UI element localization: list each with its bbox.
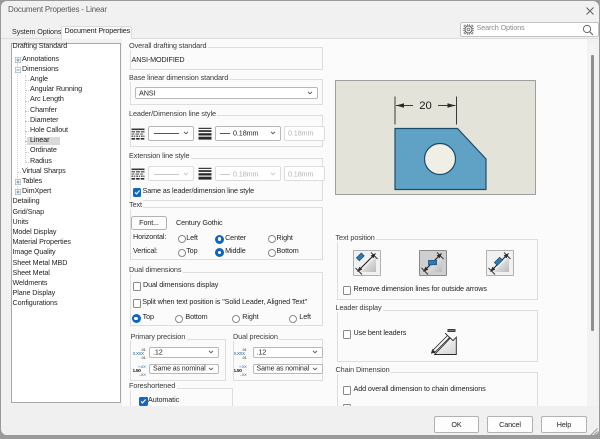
svg-text:20: 20 (419, 100, 432, 112)
svg-text:-.XX: -.XX (139, 372, 146, 376)
svg-text:-.XX: -.XX (239, 372, 246, 376)
svg-text:.01: .01 (141, 355, 146, 359)
svg-text:.01: .01 (241, 355, 246, 359)
